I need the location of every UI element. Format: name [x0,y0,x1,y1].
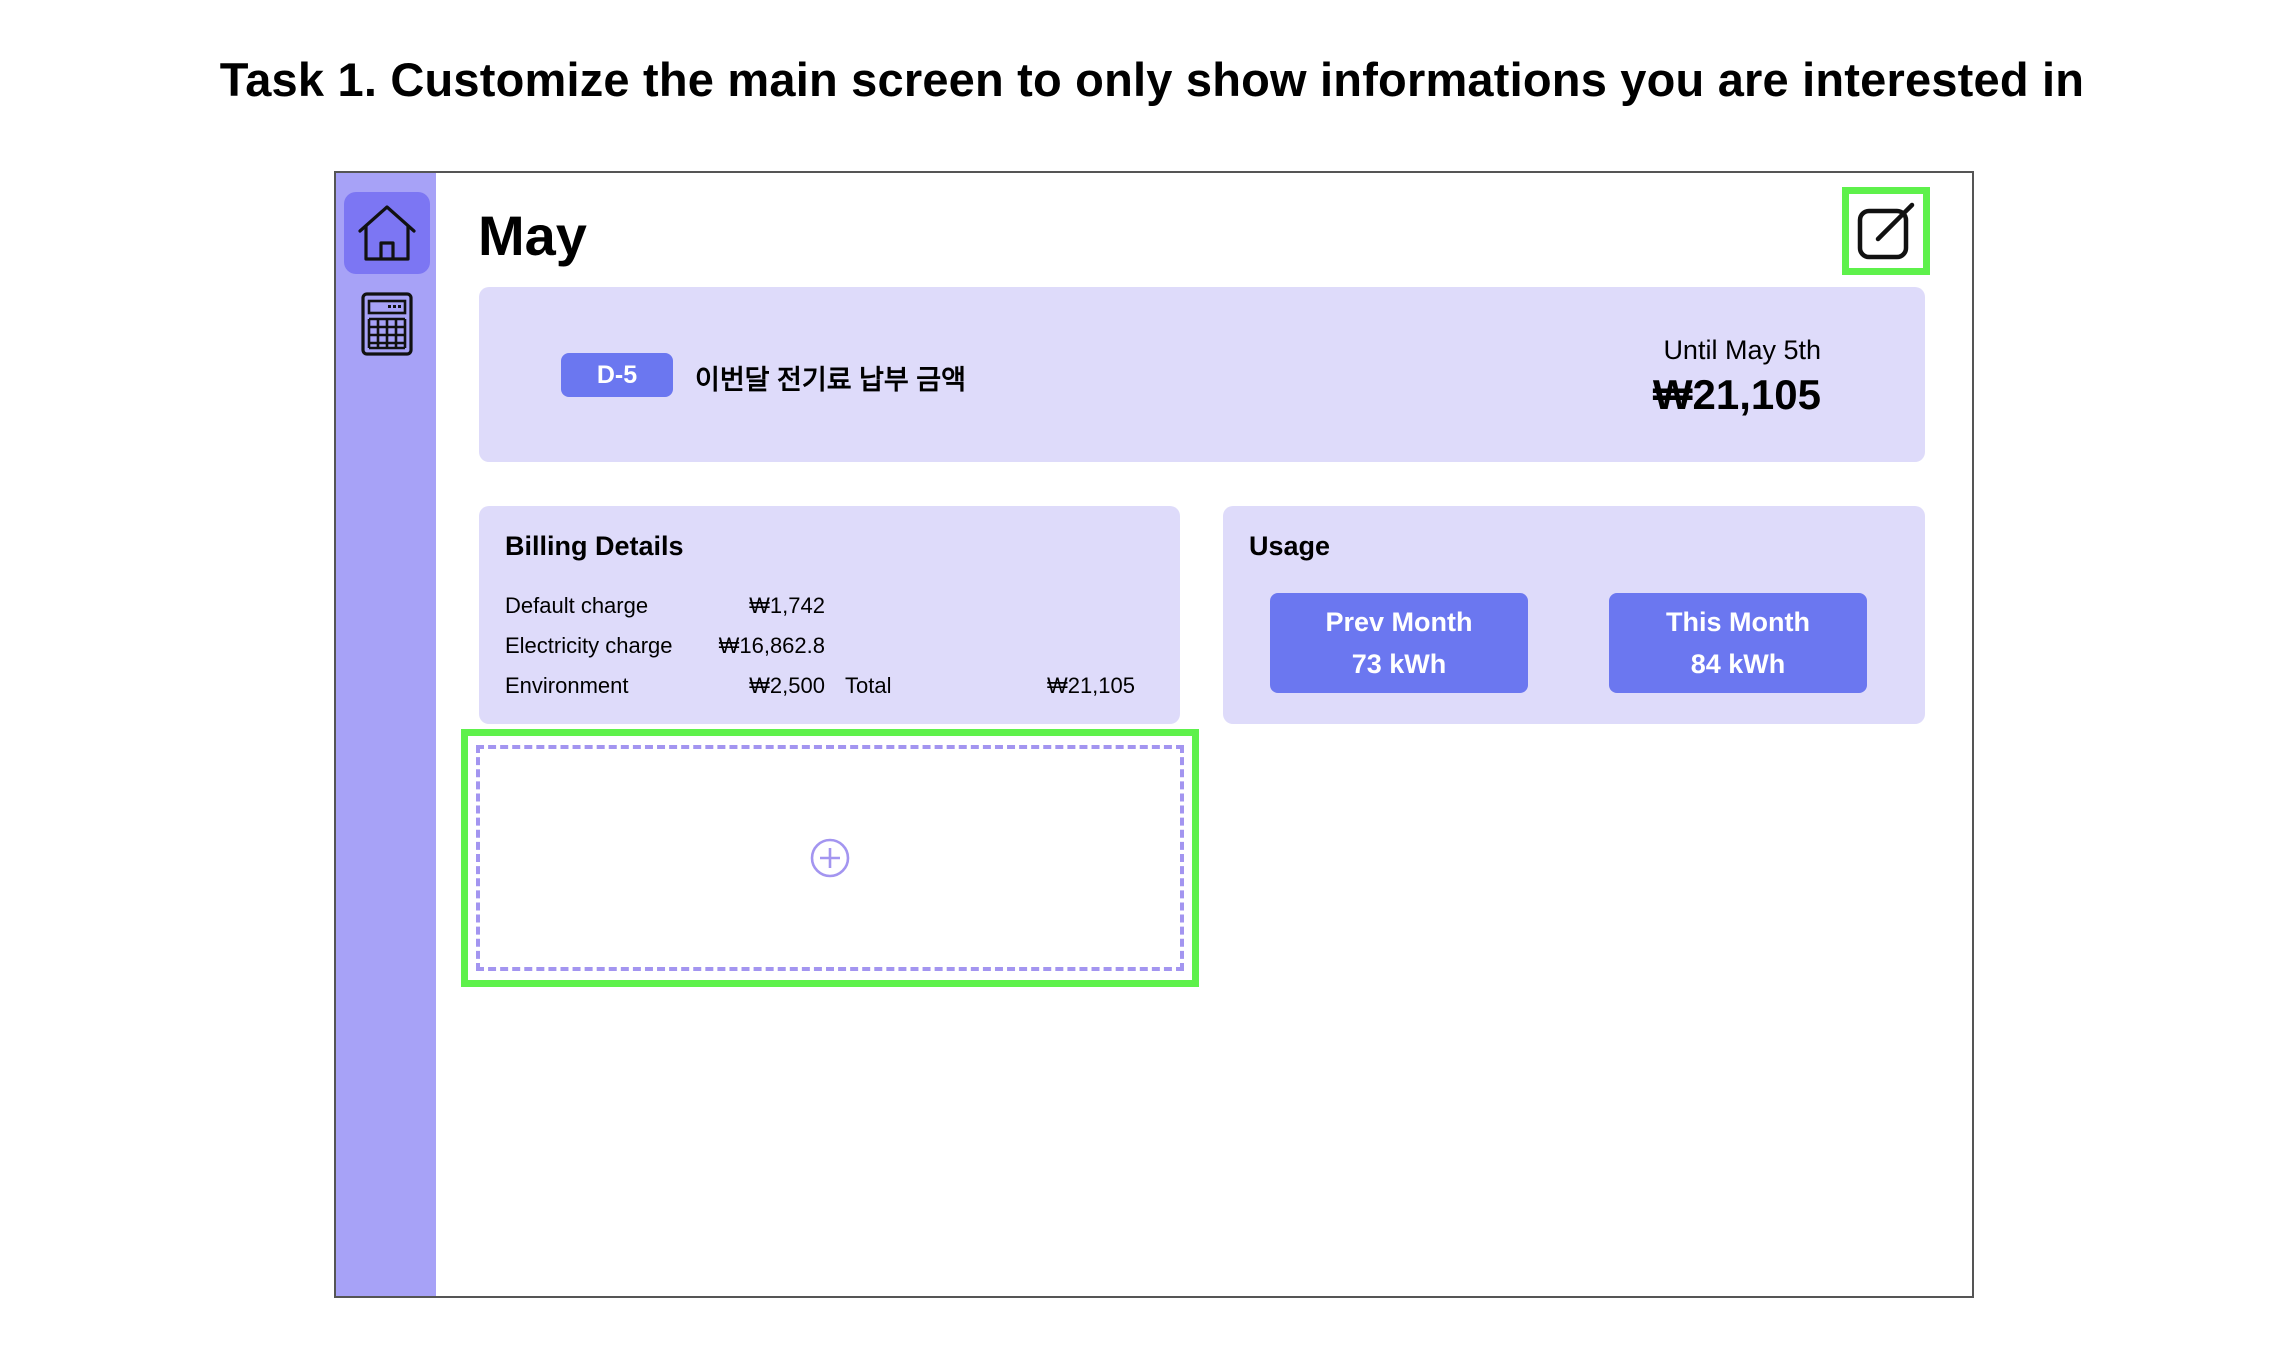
payment-banner: D-5 이번달 전기료 납부 금액 Until May 5th ₩21,105 [479,287,1925,462]
calculator-icon [361,292,413,356]
bill-value: ₩1,742 [749,593,825,618]
bill-value: ₩16,862.8 [718,633,825,658]
sidebar-item-home[interactable] [344,192,430,274]
task-title: Task 1. Customize the main screen to onl… [219,53,2085,106]
this-month-value: 84 kWh [1690,649,1786,679]
dday-badge: D-5 [561,353,673,397]
this-month-label: This Month [1666,607,1810,637]
billing-title: Billing Details [505,531,684,561]
total-label: Total [845,673,892,698]
bill-label: Default charge [505,593,649,618]
add-widget-slot[interactable] [476,745,1184,971]
bill-value: ₩2,500 [749,673,825,698]
this-month-button[interactable]: This Month 84 kWh [1609,593,1867,693]
plus-circle-icon[interactable] [809,837,851,879]
payment-amount: ₩21,105 [1652,371,1821,418]
sidebar-item-calculator[interactable] [344,283,430,365]
due-date-label: Until May 5th [1663,335,1821,365]
banner-label: 이번달 전기료 납부 금액 [695,365,966,395]
app-frame: May D-5 이번달 전기료 납부 금액 Until May 5th ₩21,… [334,171,1974,1298]
bill-label: Electricity charge [505,633,673,658]
page-title: May [478,204,587,267]
sidebar [336,173,436,1296]
usage-title: Usage [1249,531,1331,561]
edit-icon [1857,202,1915,260]
add-widget-highlight [461,729,1199,987]
prev-month-value: 73 kWh [1351,649,1447,679]
prev-month-button[interactable]: Prev Month 73 kWh [1270,593,1528,693]
usage-card[interactable]: Usage Prev Month 73 kWh This Month 84 kW… [1223,506,1925,724]
home-icon [358,205,416,261]
bill-label: Environment [505,673,629,698]
total-value: ₩21,105 [1046,673,1135,698]
edit-button[interactable] [1842,187,1930,275]
prev-month-label: Prev Month [1325,607,1473,637]
billing-details-card[interactable]: Billing Details Default charge ₩1,742 El… [479,506,1180,724]
